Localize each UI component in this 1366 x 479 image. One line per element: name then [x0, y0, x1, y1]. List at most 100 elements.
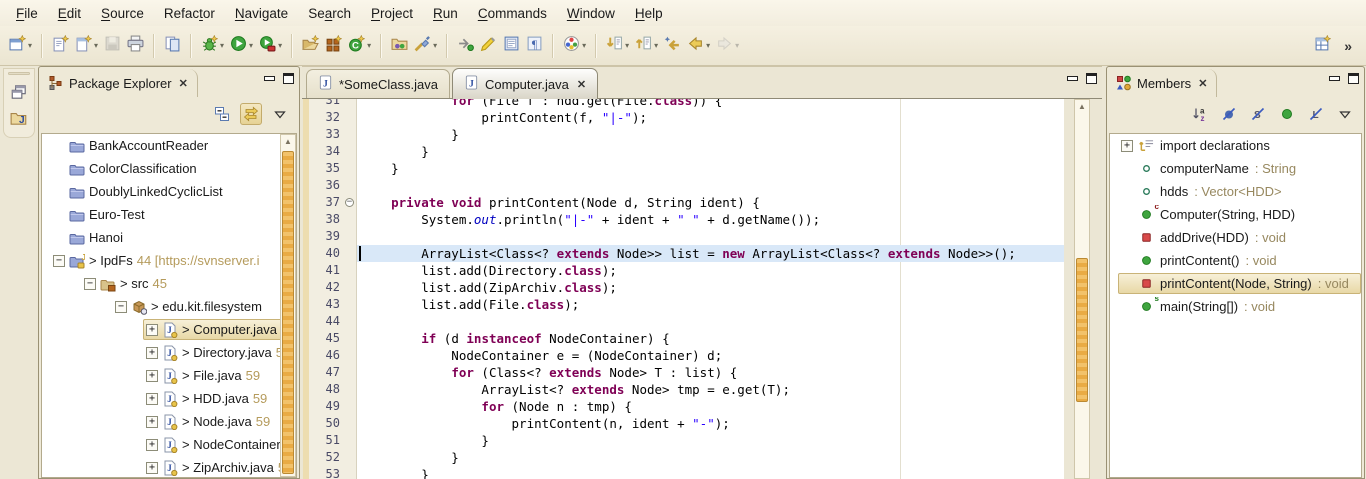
close-icon[interactable]: ✕ — [179, 77, 188, 90]
tree-item[interactable]: +J> Directory.java 59 — [42, 341, 296, 364]
highlighter-button[interactable] — [477, 32, 500, 60]
line-number[interactable]: 33 — [309, 126, 343, 143]
line-number[interactable]: 39 — [309, 228, 343, 245]
code-text[interactable]: for (File f : hdd.get(File.class)) { — [357, 99, 722, 109]
previous-annotation-button[interactable]: ▾ — [632, 32, 661, 60]
member-item[interactable]: hdds : Vector<HDD> — [1110, 180, 1361, 203]
code-line[interactable]: 41 list.add(Directory.class); — [303, 262, 1064, 279]
code-text[interactable]: } — [357, 449, 459, 466]
fold-column[interactable] — [343, 126, 357, 143]
view-menu-button[interactable] — [269, 103, 291, 125]
tree-item-row[interactable]: DoublyLinkedCyclicList — [50, 181, 296, 202]
menu-refactor[interactable]: Refactor — [154, 2, 225, 25]
code-text[interactable]: } — [357, 466, 429, 479]
menu-search[interactable]: Search — [298, 2, 361, 25]
code-text[interactable]: if (d instanceof NodeContainer) { — [357, 330, 670, 347]
member-item[interactable]: smain(String[]) : void — [1110, 295, 1361, 318]
run-button[interactable]: ▾ — [227, 32, 256, 60]
code-line[interactable]: 51 } — [303, 432, 1064, 449]
print-button[interactable] — [124, 32, 147, 60]
code-line[interactable]: 40 ArrayList<Class<? extends Node>> list… — [303, 245, 1064, 262]
code-text[interactable]: } — [357, 432, 489, 449]
line-number[interactable]: 31 — [309, 99, 343, 109]
scrollbar-thumb[interactable] — [1076, 258, 1088, 402]
code-text[interactable]: ArrayList<? extends Node> tmp = e.get(T)… — [357, 381, 790, 398]
fold-column[interactable] — [343, 330, 357, 347]
sort-button[interactable]: az — [1189, 103, 1211, 125]
external-tools-button[interactable]: ▾ — [256, 32, 285, 60]
scroll-up-arrow[interactable]: ▲ — [1075, 100, 1089, 114]
line-number[interactable]: 51 — [309, 432, 343, 449]
restore-windows-button[interactable] — [6, 79, 32, 105]
code-text[interactable] — [357, 228, 361, 245]
fold-column[interactable] — [343, 381, 357, 398]
tree-item-row[interactable]: −> src 45 — [81, 273, 296, 294]
tree-expander-icon[interactable]: + — [146, 416, 158, 428]
line-number[interactable]: 36 — [309, 177, 343, 194]
minimize-icon[interactable] — [264, 76, 275, 81]
code-text[interactable]: printContent(n, ident + "-"); — [357, 415, 730, 432]
menu-source[interactable]: Source — [91, 2, 154, 25]
toolbar-overflow-button[interactable]: » — [1334, 38, 1362, 54]
line-number[interactable]: 45 — [309, 330, 343, 347]
tree-item-row[interactable]: ColorClassification — [50, 158, 296, 179]
new-document-button[interactable]: ▾ — [72, 32, 101, 60]
show-source-button[interactable] — [500, 32, 523, 60]
menu-project[interactable]: Project — [361, 2, 423, 25]
code-line[interactable]: 44 — [303, 313, 1064, 330]
back-button[interactable]: ▾ — [684, 32, 713, 60]
collapse-fold-icon[interactable]: − — [345, 198, 354, 207]
dropdown-chevron-icon[interactable]: ▾ — [249, 41, 253, 50]
view-menu-button[interactable] — [1334, 103, 1356, 125]
show-public-button[interactable] — [1276, 103, 1298, 125]
tree-item[interactable]: ColorClassification — [42, 157, 296, 180]
tree-item-row[interactable]: +J> Directory.java 59 — [143, 342, 296, 363]
color-palette-button[interactable]: ▾ — [560, 32, 589, 60]
tree-expander-icon[interactable]: + — [146, 370, 158, 382]
scrollbar-thumb[interactable] — [282, 151, 294, 474]
member-item[interactable]: +import declarations — [1110, 134, 1361, 157]
menu-navigate[interactable]: Navigate — [225, 2, 298, 25]
code-text[interactable] — [357, 313, 361, 330]
code-line[interactable]: 31 for (File f : hdd.get(File.class)) { — [303, 99, 1064, 109]
member-item-row[interactable]: +import declarations — [1118, 135, 1361, 156]
tree-item[interactable]: Hanoi — [42, 226, 296, 249]
tree-item[interactable]: −> edu.kit.filesystem — [42, 295, 296, 318]
line-number[interactable]: 37 — [309, 194, 343, 211]
member-item[interactable]: cComputer(String, HDD) — [1110, 203, 1361, 226]
new-fast-view-button[interactable] — [1311, 32, 1334, 60]
tree-expander-icon[interactable]: + — [146, 393, 158, 405]
dropdown-chevron-icon[interactable]: ▾ — [94, 41, 98, 50]
hide-fields-button[interactable] — [1218, 103, 1240, 125]
code-line[interactable]: 33 } — [303, 126, 1064, 143]
last-edit-location-button[interactable] — [661, 32, 684, 60]
editor-vertical-scrollbar[interactable]: ▲ — [1074, 99, 1090, 479]
tree-item-row[interactable]: +J> ZipArchiv.java 59 — [143, 457, 296, 478]
tree-item[interactable]: +J> NodeContainer.java 59 — [42, 433, 296, 456]
code-text[interactable]: list.add(Directory.class); — [357, 262, 617, 279]
line-number[interactable]: 48 — [309, 381, 343, 398]
collapse-all-button[interactable] — [211, 103, 233, 125]
fold-column[interactable]: − — [343, 194, 357, 211]
open-resource-button[interactable] — [161, 32, 184, 60]
new-java-class-button[interactable]: C▾ — [345, 32, 374, 60]
tree-item[interactable]: +J> HDD.java 59 — [42, 387, 296, 410]
fold-column[interactable] — [343, 211, 357, 228]
line-number[interactable]: 53 — [309, 466, 343, 479]
tree-item-row[interactable]: +J> Node.java 59 — [143, 411, 296, 432]
code-text[interactable]: NodeContainer e = (NodeContainer) d; — [357, 347, 722, 364]
fold-column[interactable] — [343, 143, 357, 160]
tree-item[interactable]: Euro-Test — [42, 203, 296, 226]
tree-item-row[interactable]: +J> NodeContainer.java 59 — [143, 434, 296, 455]
dropdown-chevron-icon[interactable]: ▾ — [278, 41, 282, 50]
scroll-up-arrow[interactable]: ▲ — [281, 135, 295, 149]
code-text[interactable]: list.add(ZipArchiv.class); — [357, 279, 617, 296]
dropdown-chevron-icon[interactable]: ▾ — [654, 41, 658, 50]
fold-column[interactable] — [343, 99, 357, 109]
code-line[interactable]: 32 printContent(f, "|-"); — [303, 109, 1064, 126]
member-item-row[interactable]: hdds : Vector<HDD> — [1118, 181, 1361, 202]
code-text[interactable] — [357, 177, 361, 194]
editor-tab-computer-java[interactable]: JComputer.java✕ — [452, 68, 598, 99]
tree-item[interactable]: +J> ZipArchiv.java 59 — [42, 456, 296, 478]
fold-column[interactable] — [343, 177, 357, 194]
